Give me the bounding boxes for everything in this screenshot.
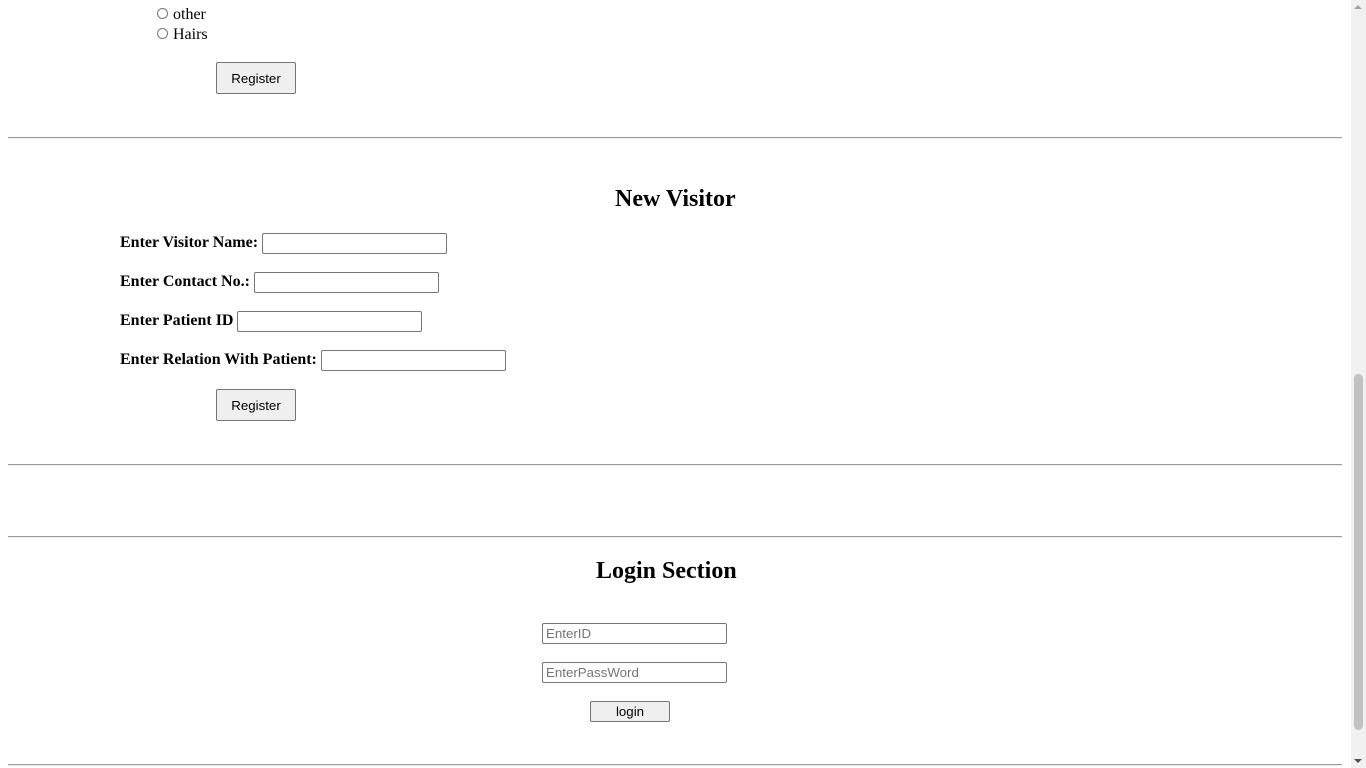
visitor-name-label: Enter Visitor Name:: [120, 234, 259, 251]
scrollbar-thumb[interactable]: [1354, 374, 1363, 730]
gender-radio-hairs-label: Hairs: [173, 26, 208, 43]
gender-radio-other-label: other: [173, 6, 206, 23]
login-id-input[interactable]: [542, 623, 727, 644]
gender-radio-hairs[interactable]: [157, 28, 168, 39]
patient-id-label: Enter Patient ID: [120, 312, 234, 329]
patient-register-button[interactable]: Register: [216, 62, 296, 94]
relation-label: Enter Relation With Patient:: [120, 351, 317, 368]
visitor-register-button[interactable]: Register: [216, 389, 296, 421]
relation-input[interactable]: [321, 350, 506, 371]
divider: [8, 464, 1342, 466]
divider: [8, 137, 1342, 139]
login-password-input[interactable]: [542, 662, 727, 683]
contact-number-input[interactable]: [254, 272, 439, 293]
scroll-down-arrow-icon[interactable]: [1354, 759, 1362, 763]
contact-number-label: Enter Contact No.:: [120, 273, 250, 290]
scroll-up-arrow-icon[interactable]: [1354, 5, 1362, 9]
divider: [8, 536, 1342, 538]
divider: [8, 764, 1342, 766]
patient-id-input[interactable]: [237, 311, 422, 332]
login-button[interactable]: login: [590, 701, 670, 722]
visitor-name-input[interactable]: [262, 233, 447, 254]
gender-radio-other[interactable]: [157, 8, 168, 19]
vertical-scrollbar[interactable]: [1351, 0, 1366, 768]
login-section-heading: Login Section: [596, 558, 737, 584]
visitor-section-heading: New Visitor: [615, 186, 736, 212]
